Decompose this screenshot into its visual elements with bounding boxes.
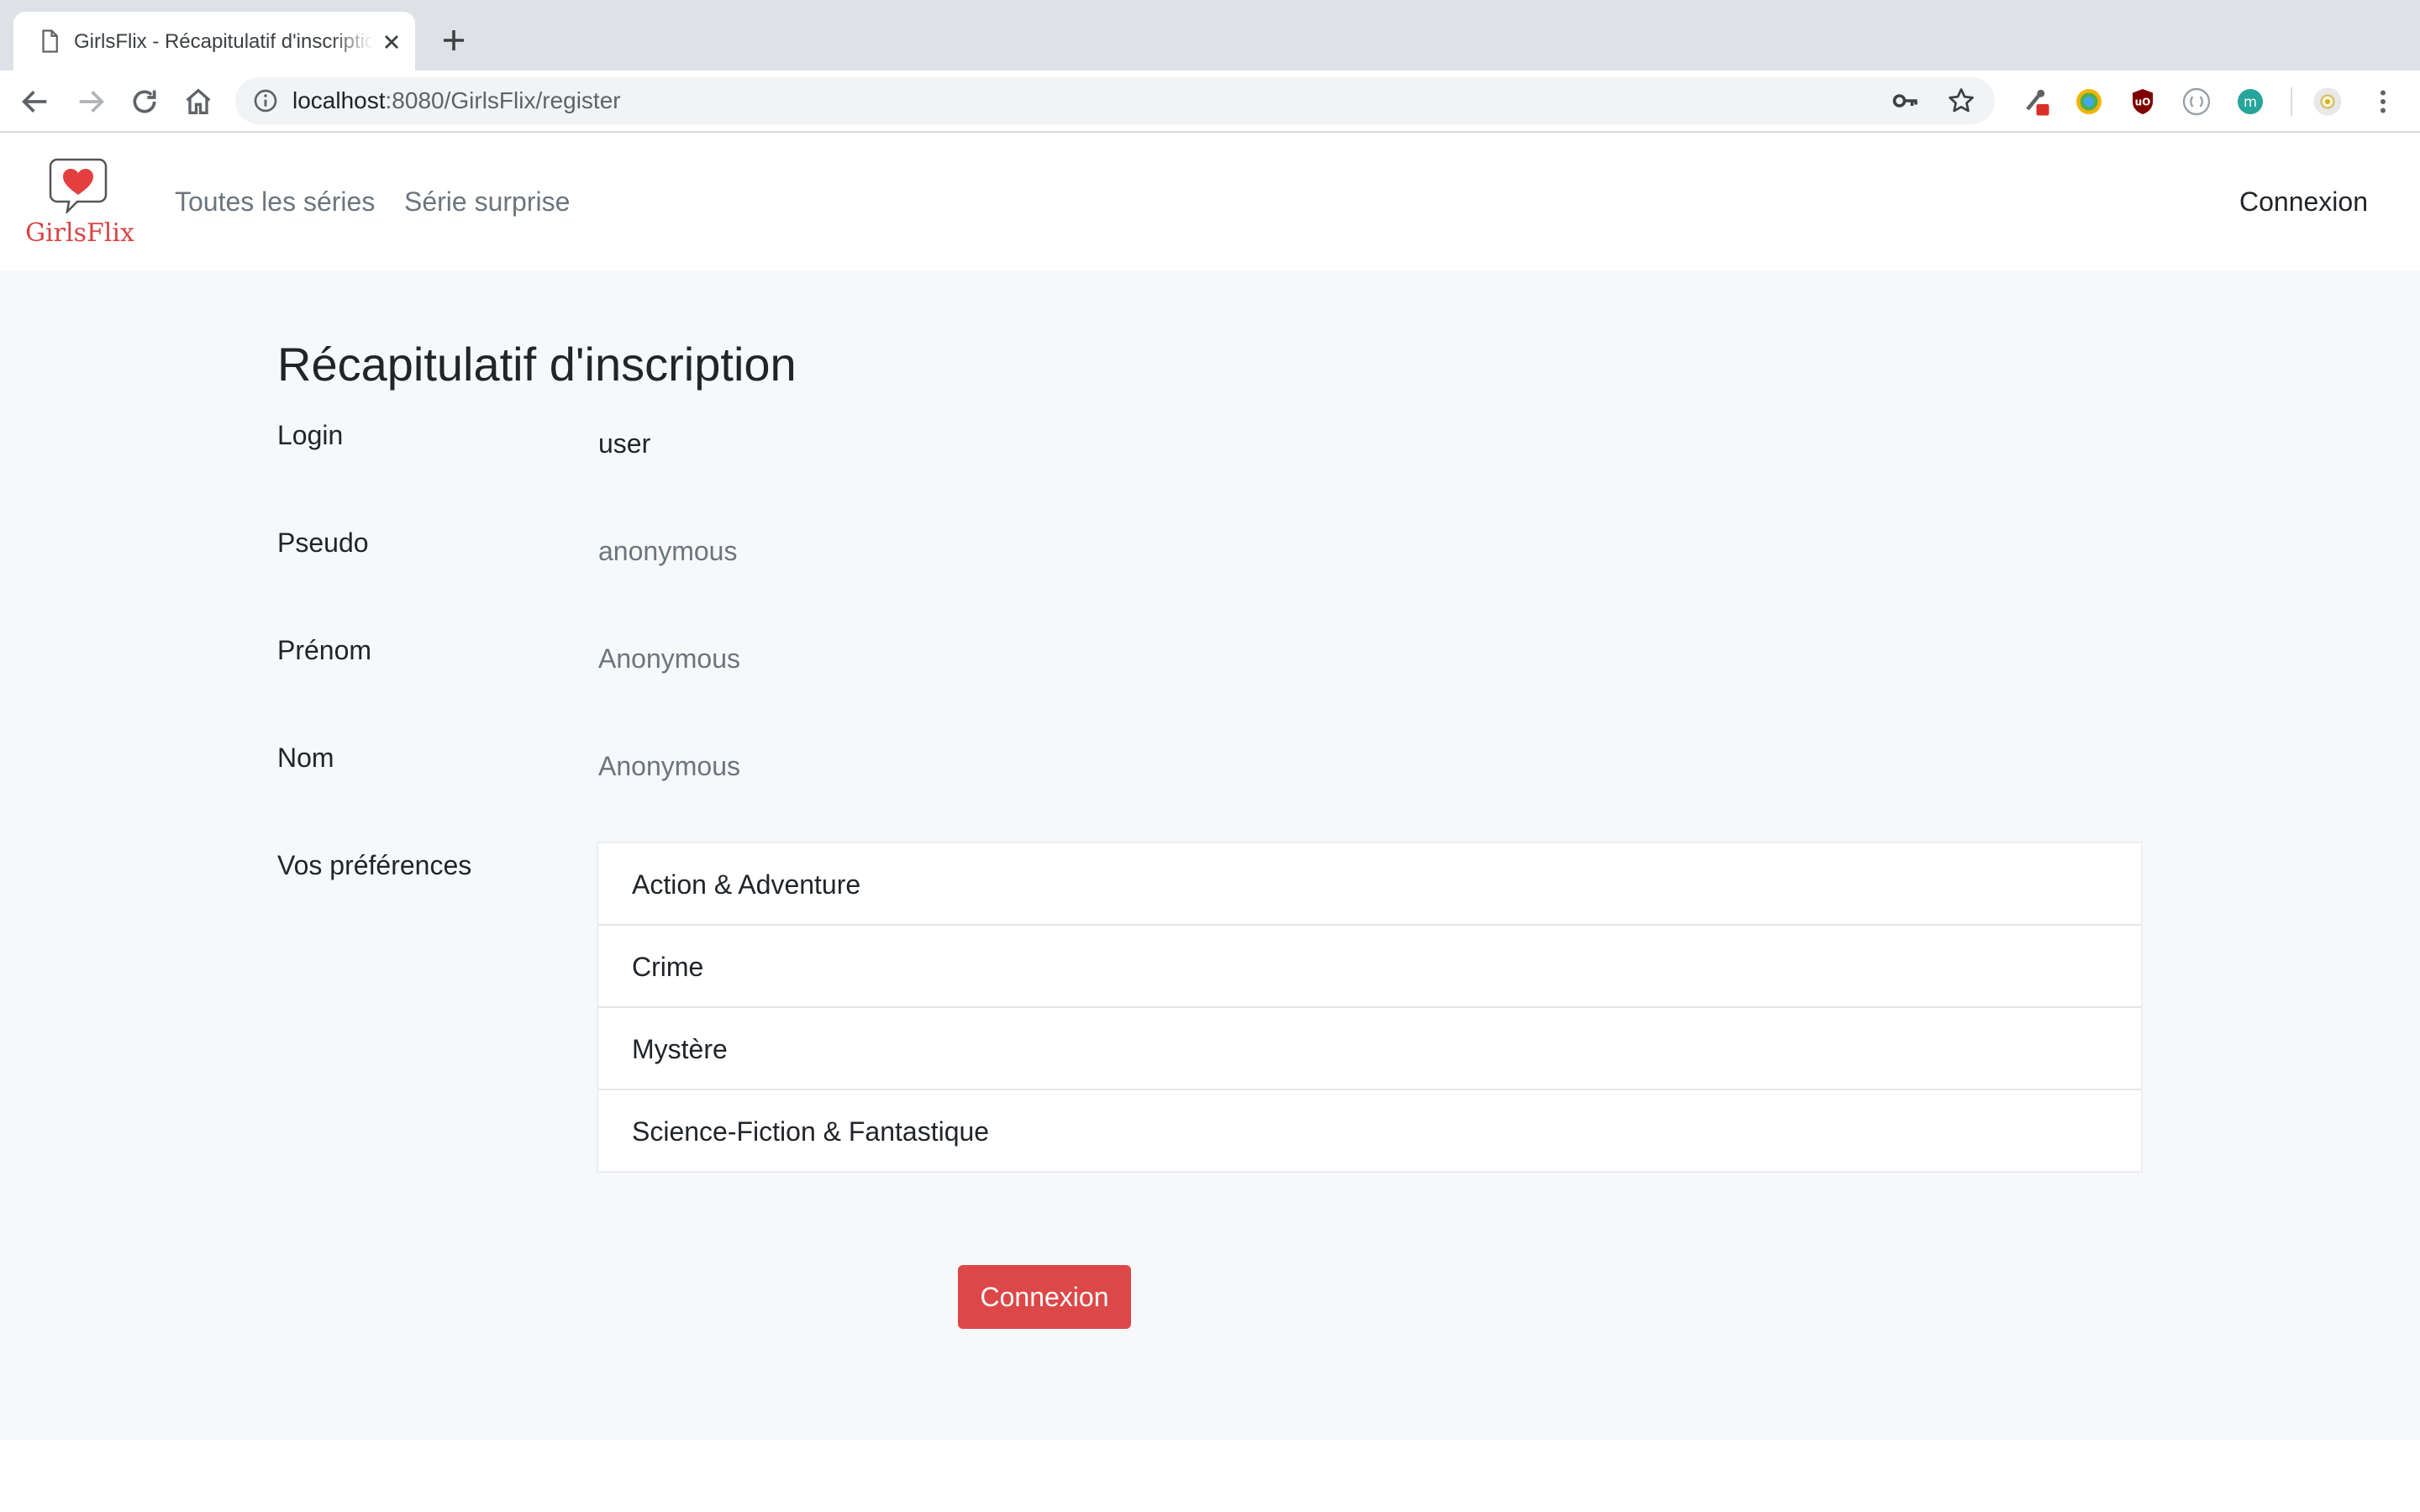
tab-title: GirlsFlix - Récapitulatif d'inscription bbox=[74, 30, 373, 53]
url-host: localhost bbox=[292, 87, 386, 113]
brand-name: GirlsFlix bbox=[25, 218, 134, 248]
extension-icon[interactable] bbox=[2020, 87, 2050, 117]
list-item: Crime bbox=[598, 924, 2141, 1006]
list-item: Action & Adventure bbox=[632, 869, 861, 900]
star-icon[interactable] bbox=[1946, 86, 1976, 116]
brand-logo[interactable]: GirlsFlix bbox=[25, 158, 134, 259]
lastname-label: Nom bbox=[277, 743, 334, 773]
page-footer-area bbox=[0, 1440, 2420, 1512]
page-icon bbox=[42, 29, 58, 53]
key-icon[interactable] bbox=[1891, 86, 1921, 116]
extension-icon[interactable] bbox=[2181, 87, 2212, 117]
url-text: localhost:8080/GirlsFlix/register bbox=[292, 77, 621, 124]
nav-link-all-series[interactable]: Toutes les séries bbox=[175, 185, 375, 218]
browser-tabstrip: GirlsFlix - Récapitulatif d'inscription bbox=[0, 0, 2420, 71]
login-label: Login bbox=[277, 420, 344, 450]
connexion-button[interactable]: Connexion bbox=[958, 1265, 1131, 1329]
close-icon[interactable] bbox=[380, 30, 403, 54]
list-item: Mystère bbox=[598, 1006, 2141, 1089]
extension-icon[interactable]: m bbox=[2235, 87, 2265, 117]
extension-icon[interactable]: uO bbox=[2128, 87, 2158, 117]
nav-link-surprise-series[interactable]: Série surprise bbox=[404, 185, 570, 218]
back-icon[interactable] bbox=[18, 85, 52, 118]
profile-icon[interactable] bbox=[2312, 87, 2343, 117]
svg-text:m: m bbox=[2244, 94, 2257, 110]
plus-icon[interactable] bbox=[439, 25, 469, 55]
preferences-list: Action & Adventure Crime Mystère Science… bbox=[597, 842, 2143, 1173]
extension-icon[interactable] bbox=[2074, 87, 2104, 117]
firstname-label: Prénom bbox=[277, 635, 372, 665]
firstname-value: Anonymous bbox=[598, 643, 740, 674]
url-path: :8080/GirlsFlix/register bbox=[385, 87, 621, 113]
svg-text:uO: uO bbox=[2135, 97, 2151, 108]
lastname-value: Anonymous bbox=[598, 751, 740, 781]
browser-tab[interactable]: GirlsFlix - Récapitulatif d'inscription bbox=[13, 12, 415, 71]
heart-icon bbox=[49, 158, 108, 213]
browser-toolbar: localhost:8080/GirlsFlix/register uO m bbox=[0, 71, 2420, 133]
list-item: Science-Fiction & Fantastique bbox=[598, 1089, 2141, 1171]
reload-icon[interactable] bbox=[128, 85, 161, 118]
pseudo-label: Pseudo bbox=[277, 528, 369, 558]
info-icon[interactable] bbox=[252, 87, 279, 114]
main-content: Récapitulatif d'inscription Login user P… bbox=[0, 270, 2420, 1440]
login-value: user bbox=[598, 428, 651, 459]
site-navbar: GirlsFlix Toutes les séries Série surpri… bbox=[0, 133, 2420, 270]
nav-login-link[interactable]: Connexion bbox=[2239, 185, 2368, 218]
address-bar[interactable]: localhost:8080/GirlsFlix/register bbox=[235, 77, 1995, 124]
home-icon[interactable] bbox=[182, 85, 215, 118]
toolbar-separator bbox=[2291, 87, 2292, 116]
pseudo-value: anonymous bbox=[598, 536, 738, 566]
preferences-label: Vos préférences bbox=[277, 850, 472, 880]
page-title: Récapitulatif d'inscription bbox=[277, 338, 797, 391]
menu-icon[interactable] bbox=[2368, 87, 2398, 117]
forward-icon[interactable] bbox=[74, 85, 108, 118]
